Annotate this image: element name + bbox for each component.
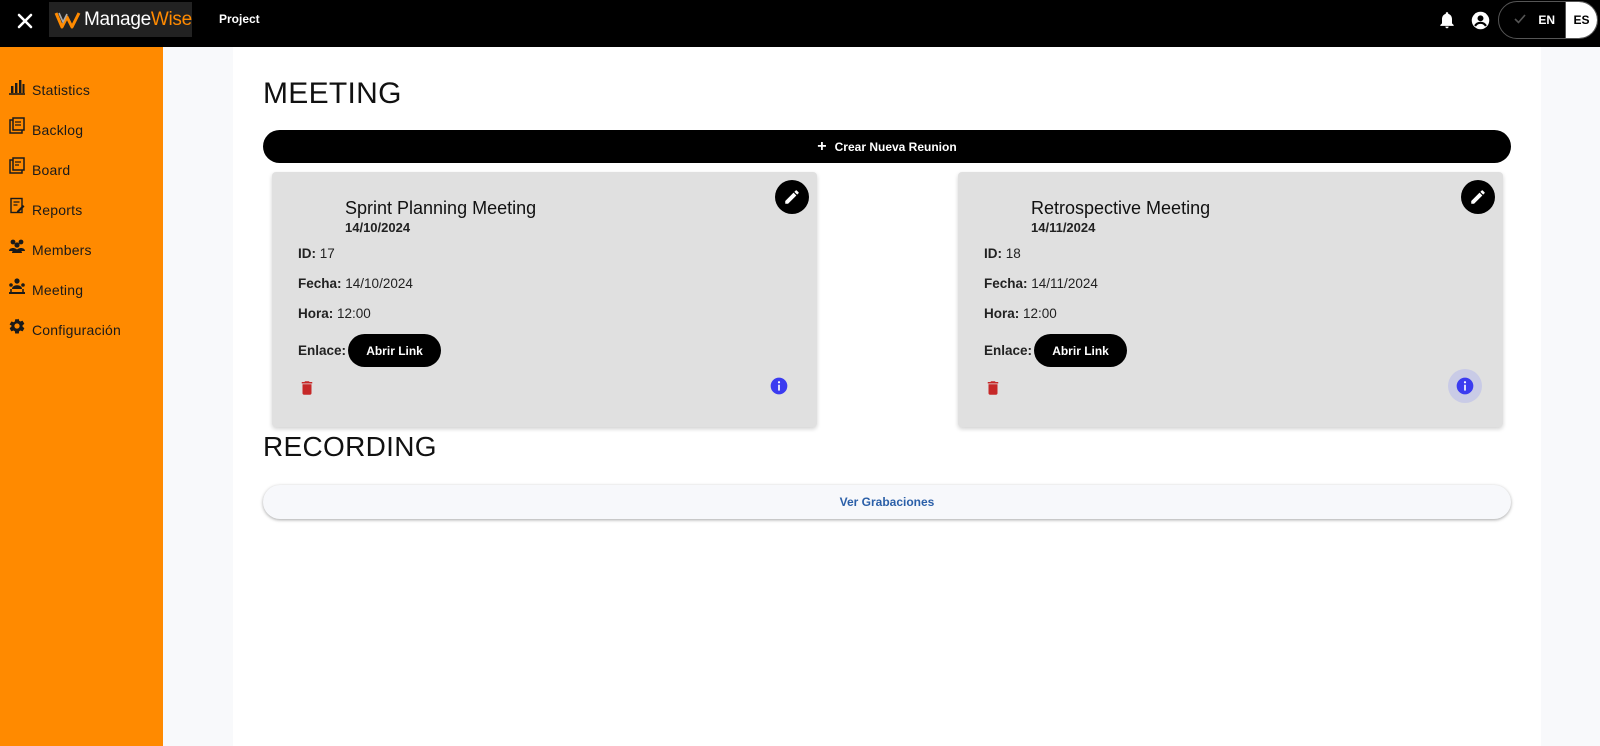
meeting-link-field: Enlace: Abrir Link <box>984 334 1128 367</box>
open-link-button[interactable]: Abrir Link <box>1034 334 1128 367</box>
trash-icon <box>301 381 313 395</box>
gear-icon <box>9 318 25 334</box>
field-label: Hora: <box>984 306 1020 321</box>
app-logo[interactable]: ManageWise <box>49 2 192 37</box>
create-meeting-button[interactable]: + Crear Nueva Reunion <box>263 130 1511 163</box>
field-label: Fecha: <box>984 276 1028 291</box>
sidebar-item-label: Reports <box>32 202 83 218</box>
meeting-id-value: 18 <box>1005 246 1021 261</box>
view-recordings-button[interactable]: Ver Grabaciones <box>263 485 1511 519</box>
sidebar-item-statistics[interactable]: Statistics <box>8 77 90 103</box>
edit-meeting-button[interactable] <box>775 180 809 214</box>
delete-meeting-button[interactable] <box>298 378 316 398</box>
meeting-card: Retrospective Meeting 14/11/2024 ID: 18 … <box>958 172 1503 427</box>
recording-section-title: RECORDING <box>263 431 437 462</box>
meeting-title: Sprint Planning Meeting <box>345 198 537 218</box>
project-label[interactable]: Project <box>219 12 260 26</box>
lang-es-button[interactable]: ES <box>1565 2 1597 38</box>
sidebar-item-reports[interactable]: Reports <box>8 197 82 223</box>
meeting-section-title: MEETING <box>263 77 402 110</box>
create-meeting-label: Crear Nueva Reunion <box>834 139 957 154</box>
delete-meeting-button[interactable] <box>984 378 1002 398</box>
field-label: Hora: <box>298 306 334 321</box>
lang-en-button[interactable]: EN <box>1499 2 1565 38</box>
sidebar-item-meeting[interactable]: Meeting <box>8 277 83 303</box>
meeting-info-button[interactable] <box>1448 369 1482 403</box>
board-icon <box>9 157 25 174</box>
open-link-button[interactable]: Abrir Link <box>348 334 442 367</box>
meeting-subtitle-date: 14/11/2024 <box>1031 220 1096 235</box>
meeting-time-field: Hora: 12:00 <box>984 306 1057 321</box>
field-label: Fecha: <box>298 276 342 291</box>
language-toggle: EN ES <box>1498 1 1598 39</box>
meeting-date-field: Fecha: 14/11/2024 <box>984 276 1098 291</box>
account-circle-icon[interactable] <box>1470 10 1491 31</box>
sidebar-item-board[interactable]: Board <box>8 157 70 183</box>
bar-chart-icon <box>9 80 25 95</box>
field-label: ID: <box>984 246 1002 261</box>
top-app-bar: ManageWise Project EN ES <box>0 0 1600 47</box>
pencil-icon <box>785 190 799 204</box>
lang-en-label: EN <box>1538 13 1555 27</box>
meeting-id-value: 17 <box>319 246 335 261</box>
meeting-date-value: 14/11/2024 <box>1031 276 1098 291</box>
meeting-link-field: Enlace: Abrir Link <box>298 334 442 367</box>
sidebar-item-label: Backlog <box>32 122 84 138</box>
meeting-time-value: 12:00 <box>1023 306 1057 321</box>
field-label: Enlace: <box>984 343 1033 358</box>
sidebar-item-label: Board <box>32 162 71 178</box>
close-icon[interactable] <box>13 9 37 33</box>
meeting-card: Sprint Planning Meeting 14/10/2024 ID: 1… <box>272 172 817 427</box>
sidebar: Statistics Backlog Board Reports Members… <box>0 47 163 746</box>
meeting-id-field: ID: 18 <box>984 246 1021 261</box>
meeting-info-button[interactable] <box>762 369 796 403</box>
info-icon <box>1456 377 1474 395</box>
meeting-date-field: Fecha: 14/10/2024 <box>298 276 413 291</box>
meeting-time-value: 12:00 <box>337 306 371 321</box>
logo-text: ManageWise <box>84 8 192 30</box>
sidebar-item-configuracion[interactable]: Configuración <box>8 317 121 343</box>
notifications-bell-icon[interactable] <box>1437 10 1457 30</box>
sidebar-item-label: Statistics <box>32 82 91 98</box>
sidebar-item-backlog[interactable]: Backlog <box>8 117 83 143</box>
logo-mark-icon <box>54 11 81 28</box>
meeting-icon <box>9 278 25 294</box>
field-label: Enlace: <box>298 343 347 358</box>
trash-icon <box>987 381 999 395</box>
backlog-icon <box>9 117 25 134</box>
members-icon <box>9 239 25 253</box>
meeting-date-value: 14/10/2024 <box>345 276 413 291</box>
report-icon <box>10 197 25 214</box>
meeting-title: Retrospective Meeting <box>1031 198 1211 218</box>
meeting-id-field: ID: 17 <box>298 246 335 261</box>
plus-icon: + <box>817 137 827 155</box>
sidebar-item-label: Meeting <box>32 282 84 298</box>
info-icon <box>770 377 788 395</box>
field-label: ID: <box>298 246 316 261</box>
sidebar-item-label: Configuración <box>32 322 121 338</box>
edit-meeting-button[interactable] <box>1461 180 1495 214</box>
main-content: MEETING + Crear Nueva Reunion Sprint Pla… <box>233 47 1541 746</box>
sidebar-item-label: Members <box>32 242 92 258</box>
pencil-icon <box>1471 190 1485 204</box>
check-icon <box>1514 14 1526 24</box>
meeting-subtitle-date: 14/10/2024 <box>345 220 411 235</box>
meeting-time-field: Hora: 12:00 <box>298 306 371 321</box>
sidebar-item-members[interactable]: Members <box>8 237 92 263</box>
